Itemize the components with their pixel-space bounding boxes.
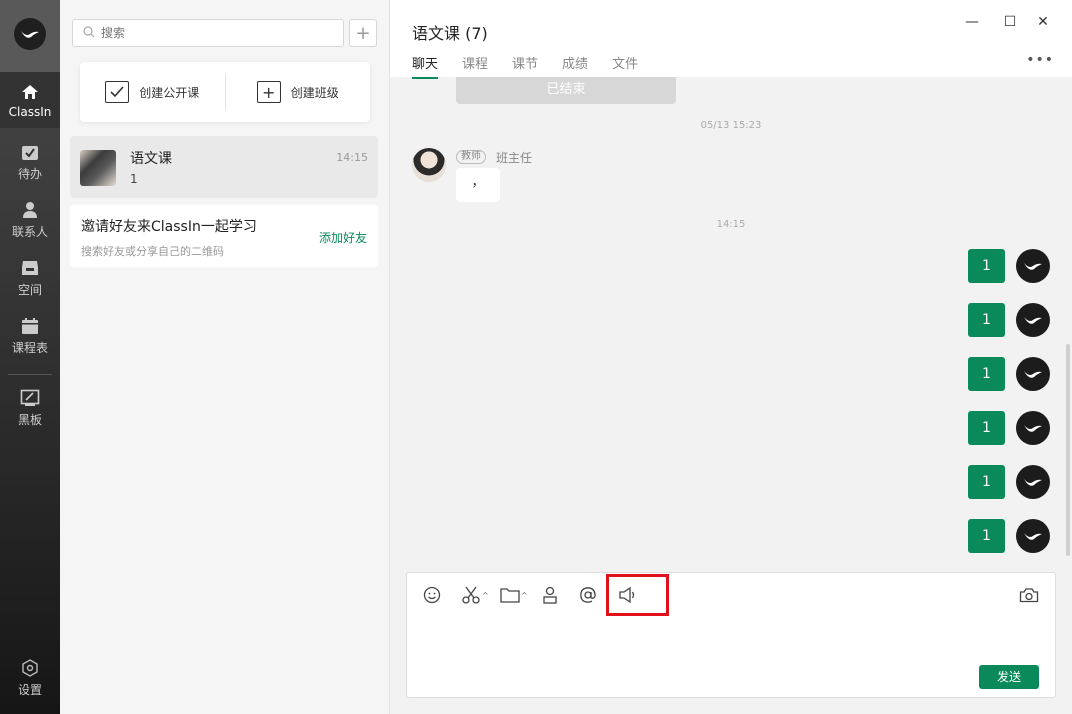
contact-card-icon[interactable]: [542, 584, 558, 606]
add-button[interactable]: +: [349, 19, 377, 47]
send-button[interactable]: 发送: [979, 665, 1039, 689]
rail-item-todo[interactable]: 待办: [0, 134, 60, 190]
conversation-title: 语文课: [130, 151, 172, 167]
my-message-row: 1: [968, 303, 1050, 337]
rail-item-settings[interactable]: 设置: [0, 650, 60, 706]
my-message-row: 1: [968, 519, 1050, 553]
my-avatar[interactable]: [1016, 465, 1050, 499]
create-class-button[interactable]: + 创建班级: [226, 81, 371, 103]
message-composer: ^ ^ 发送: [406, 572, 1056, 698]
tab-grades[interactable]: 成绩: [562, 53, 588, 79]
my-avatar[interactable]: [1016, 357, 1050, 391]
chat-header: 语文课 (7) — ☐ ✕ 聊天 课程 课节 成绩 文件 •••: [390, 0, 1072, 79]
highlight-box: [606, 574, 669, 616]
conversation-item[interactable]: 语文课 1 14:15: [70, 136, 378, 198]
conversation-preview: 1: [130, 172, 138, 186]
chat-title: 语文课 (7): [412, 24, 488, 43]
calendar-icon: [20, 316, 40, 336]
folder-icon[interactable]: ^: [500, 584, 528, 606]
my-message-bubble[interactable]: 1: [968, 357, 1005, 391]
invite-title: 邀请好友来ClassIn一起学习: [81, 219, 257, 235]
my-message-bubble[interactable]: 1: [968, 249, 1005, 283]
scissors-icon[interactable]: ^: [461, 584, 489, 606]
rail-item-schedule[interactable]: 课程表: [0, 308, 60, 364]
message-timestamp: 14:15: [716, 219, 746, 230]
blackboard-icon: [20, 388, 40, 408]
teacher-role-badge: 教师: [456, 150, 486, 164]
tab-course[interactable]: 课程: [462, 53, 488, 79]
search-input[interactable]: [101, 26, 321, 40]
maximize-button[interactable]: ☐: [1000, 14, 1020, 30]
chat-scrollbar[interactable]: [1066, 344, 1070, 556]
close-button[interactable]: ✕: [1033, 14, 1053, 30]
rail-item-label: 联系人: [11, 225, 48, 239]
app-logo-area: [0, 0, 60, 72]
rail-item-label: 设置: [17, 683, 42, 697]
rail-item-label: 空间: [17, 283, 42, 297]
rail-item-label: 课程表: [11, 341, 48, 355]
camera-icon[interactable]: [1019, 584, 1039, 606]
mention-icon[interactable]: [579, 584, 597, 606]
rail-item-contacts[interactable]: 联系人: [0, 192, 60, 248]
rail-item-label: 待办: [17, 167, 42, 181]
message-input[interactable]: [419, 615, 1039, 659]
tab-chat[interactable]: 聊天: [412, 53, 439, 79]
space-icon: [20, 258, 40, 278]
create-class-label: 创建班级: [290, 85, 339, 100]
search-icon: [83, 25, 95, 41]
my-avatar[interactable]: [1016, 519, 1050, 553]
my-message-bubble[interactable]: 1: [968, 519, 1005, 553]
emoji-icon[interactable]: [423, 584, 441, 606]
teacher-avatar[interactable]: [412, 148, 446, 182]
rail-divider: [8, 374, 52, 375]
conversation-panel: + 创建公开课 + 创建班级 语文课 1 14:15 邀请好友来ClassIn一…: [60, 0, 390, 714]
minimize-button[interactable]: —: [962, 14, 982, 30]
my-message-bubble[interactable]: 1: [968, 465, 1005, 499]
conversation-time: 14:15: [336, 151, 368, 164]
rail-item-label: ClassIn: [8, 104, 52, 119]
my-avatar[interactable]: [1016, 303, 1050, 337]
left-nav-rail: ClassIn 待办 联系人 空间 课程表 黑板 设置: [0, 0, 60, 714]
todo-icon: [20, 142, 40, 162]
lesson-ended-card[interactable]: 已结束: [456, 77, 676, 104]
rail-item-label: 黑板: [17, 413, 42, 427]
plus-box-icon: +: [256, 81, 281, 103]
create-public-class-button[interactable]: 创建公开课: [80, 81, 225, 103]
settings-icon: [20, 658, 40, 678]
message-timestamp: 05/13 15:23: [700, 120, 762, 131]
contacts-icon: [20, 200, 40, 220]
create-public-class-label: 创建公开课: [139, 85, 200, 100]
invite-card: 邀请好友来ClassIn一起学习 搜索好友或分享自己的二维码 添加好友: [70, 205, 378, 267]
tab-lessons[interactable]: 课节: [512, 53, 538, 79]
tab-files[interactable]: 文件: [612, 53, 638, 79]
invite-subtitle: 搜索好友或分享自己的二维码: [81, 245, 224, 258]
home-icon: [20, 82, 40, 102]
my-avatar[interactable]: [1016, 411, 1050, 445]
rail-item-classin[interactable]: ClassIn: [0, 72, 60, 128]
rail-item-space[interactable]: 空间: [0, 250, 60, 306]
rail-item-blackboard[interactable]: 黑板: [0, 380, 60, 436]
my-message-row: 1: [968, 465, 1050, 499]
class-thumbnail: [80, 150, 116, 186]
checkbox-icon: [105, 81, 130, 103]
my-message-row: 1: [968, 411, 1050, 445]
my-message-row: 1: [968, 249, 1050, 283]
search-box[interactable]: [72, 19, 344, 47]
teacher-name: 班主任: [496, 151, 533, 165]
more-options-button[interactable]: •••: [1026, 52, 1054, 68]
my-message-bubble[interactable]: 1: [968, 303, 1005, 337]
chat-tabs: 聊天 课程 课节 成绩 文件: [412, 53, 662, 79]
my-message-bubble[interactable]: 1: [968, 411, 1005, 445]
my-message-row: 1: [968, 357, 1050, 391]
chat-panel: 语文课 (7) — ☐ ✕ 聊天 课程 课节 成绩 文件 ••• 已结束 05/…: [390, 0, 1072, 714]
create-card: 创建公开课 + 创建班级: [80, 62, 370, 122]
classin-logo-icon[interactable]: [14, 18, 46, 50]
my-avatar[interactable]: [1016, 249, 1050, 283]
add-friend-link[interactable]: 添加好友: [319, 229, 367, 246]
teacher-message-bubble[interactable]: ，: [456, 168, 500, 202]
